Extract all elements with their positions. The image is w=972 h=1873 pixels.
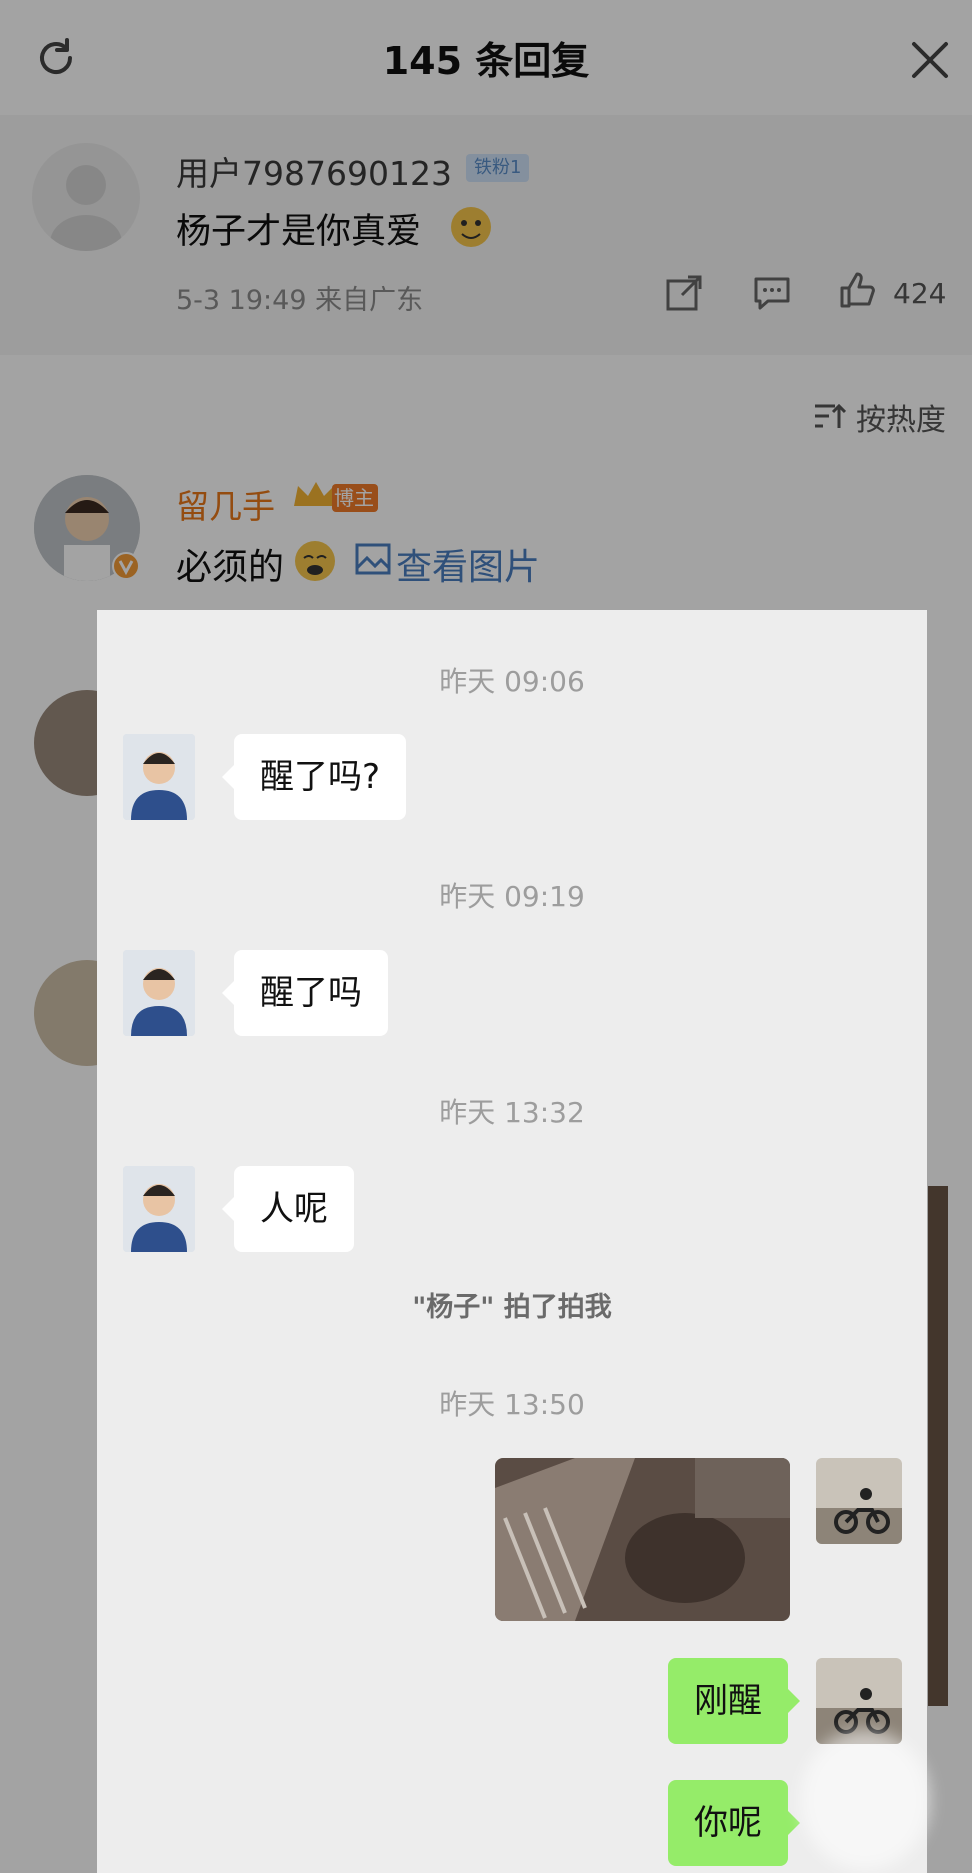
chat-screenshot[interactable]: 昨天 09:06 醒了吗? 昨天 09:19 醒了吗 昨天 13:32 人呢 "… — [97, 610, 927, 1873]
chat-timestamp: 昨天 13:32 — [439, 1096, 585, 1129]
sent-message: 你呢 — [668, 1780, 800, 1866]
received-message: 醒了吗 — [222, 950, 388, 1036]
contact-avatar — [123, 1166, 195, 1252]
pat-notification: "杨子" 拍了拍我 — [412, 1292, 612, 1323]
chat-timestamp: 昨天 13:50 — [439, 1388, 585, 1421]
received-message: 人呢 — [222, 1166, 354, 1252]
chat-timestamp: 昨天 09:06 — [439, 665, 585, 698]
contact-avatar — [123, 734, 195, 820]
chat-timestamp: 昨天 09:19 — [439, 880, 585, 913]
contact-avatar — [123, 950, 195, 1036]
sent-message: 刚醒 — [668, 1658, 800, 1744]
blurred-area — [800, 1730, 930, 1870]
sent-photo[interactable] — [495, 1458, 790, 1621]
received-message: 醒了吗? — [221, 734, 407, 820]
my-avatar — [816, 1458, 902, 1544]
